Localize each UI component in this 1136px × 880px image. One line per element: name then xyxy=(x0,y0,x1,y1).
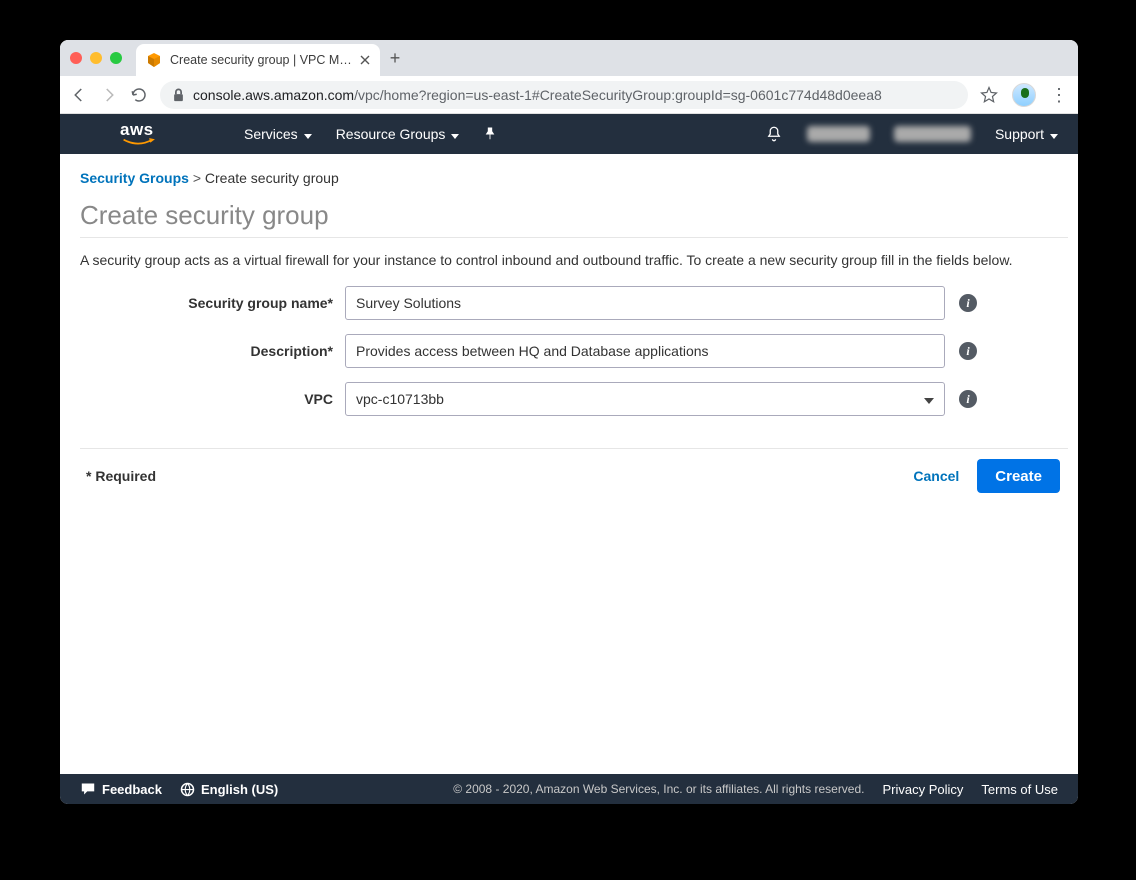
language-selector[interactable]: English (US) xyxy=(180,782,278,797)
notifications-icon[interactable] xyxy=(765,125,783,143)
info-icon[interactable]: i xyxy=(959,342,977,360)
actions-row: * Required Cancel Create xyxy=(80,459,1068,493)
row-description: Description* i xyxy=(80,334,1068,368)
address-bar: console.aws.amazon.com/vpc/home?region=u… xyxy=(60,76,1078,114)
page-title: Create security group xyxy=(80,200,1068,238)
browser-window: Create security group | VPC M… + console… xyxy=(60,40,1078,804)
main-content: Security Groups > Create security group … xyxy=(60,154,1078,774)
pin-icon[interactable] xyxy=(483,127,497,141)
info-icon[interactable]: i xyxy=(959,294,977,312)
label-description: Description* xyxy=(80,343,345,359)
feedback-label: Feedback xyxy=(102,782,162,797)
tab-title: Create security group | VPC M… xyxy=(170,53,352,67)
required-note: * Required xyxy=(86,468,156,484)
terms-of-use-link[interactable]: Terms of Use xyxy=(981,782,1058,797)
chevron-down-icon xyxy=(451,126,459,142)
breadcrumb-current: Create security group xyxy=(205,170,339,186)
select-vpc[interactable]: vpc-c10713bb xyxy=(345,382,945,416)
label-security-group-name: Security group name* xyxy=(80,295,345,311)
nav-services-label: Services xyxy=(244,126,298,142)
chevron-down-icon xyxy=(304,126,312,142)
page-helptext: A security group acts as a virtual firew… xyxy=(80,252,1068,268)
bookmark-star-icon[interactable] xyxy=(980,86,998,104)
profile-avatar[interactable] xyxy=(1012,83,1036,107)
input-security-group-name[interactable] xyxy=(345,286,945,320)
select-vpc-value: vpc-c10713bb xyxy=(356,391,444,407)
aws-favicon xyxy=(146,52,162,68)
nav-support[interactable]: Support xyxy=(995,126,1058,142)
breadcrumb: Security Groups > Create security group xyxy=(80,170,1068,186)
language-label: English (US) xyxy=(201,782,278,797)
window-controls xyxy=(70,52,122,64)
nav-support-label: Support xyxy=(995,126,1044,142)
lock-icon xyxy=(172,88,185,102)
row-security-group-name: Security group name* i xyxy=(80,286,1068,320)
window-zoom-icon[interactable] xyxy=(110,52,122,64)
nav-back-icon[interactable] xyxy=(70,86,88,104)
info-icon[interactable]: i xyxy=(959,390,977,408)
breadcrumb-parent-link[interactable]: Security Groups xyxy=(80,170,189,186)
window-minimize-icon[interactable] xyxy=(90,52,102,64)
url-path: /vpc/home?region=us-east-1#CreateSecurit… xyxy=(354,87,882,103)
cancel-button[interactable]: Cancel xyxy=(913,468,959,484)
feedback-link[interactable]: Feedback xyxy=(80,782,162,797)
new-tab-button[interactable]: + xyxy=(390,48,401,69)
aws-footer: Feedback English (US) © 2008 - 2020, Ama… xyxy=(60,774,1078,804)
url-text: console.aws.amazon.com/vpc/home?region=u… xyxy=(193,87,882,103)
nav-resource-groups-label: Resource Groups xyxy=(336,126,446,142)
window-close-icon[interactable] xyxy=(70,52,82,64)
url-field[interactable]: console.aws.amazon.com/vpc/home?region=u… xyxy=(160,81,968,109)
chevron-down-icon xyxy=(924,391,934,407)
create-button[interactable]: Create xyxy=(977,459,1060,493)
row-vpc: VPC vpc-c10713bb i xyxy=(80,382,1068,416)
breadcrumb-sep: > xyxy=(193,170,201,186)
chevron-down-icon xyxy=(1050,126,1058,142)
nav-services[interactable]: Services xyxy=(244,126,312,142)
url-host: console.aws.amazon.com xyxy=(193,87,354,103)
tab-close-icon[interactable] xyxy=(360,55,370,65)
tab-strip: Create security group | VPC M… + xyxy=(60,40,1078,76)
privacy-policy-link[interactable]: Privacy Policy xyxy=(883,782,964,797)
aws-logo[interactable]: aws xyxy=(120,120,156,146)
account-menu[interactable]: xxxxx xyxy=(807,126,870,142)
nav-resource-groups[interactable]: Resource Groups xyxy=(336,126,460,142)
browser-tab[interactable]: Create security group | VPC M… xyxy=(136,44,380,76)
copyright-text: © 2008 - 2020, Amazon Web Services, Inc.… xyxy=(453,782,864,796)
label-vpc: VPC xyxy=(80,391,345,407)
region-menu[interactable]: xxxxxxx xyxy=(894,126,971,142)
nav-reload-icon[interactable] xyxy=(130,86,148,104)
nav-forward-icon[interactable] xyxy=(100,86,118,104)
input-description[interactable] xyxy=(345,334,945,368)
address-bar-right: ⋮ xyxy=(980,83,1068,107)
browser-menu-icon[interactable]: ⋮ xyxy=(1050,86,1068,104)
divider xyxy=(80,448,1068,449)
page-viewport: aws Services Resource Groups xxxxx xxxxx… xyxy=(60,114,1078,804)
aws-top-nav: aws Services Resource Groups xxxxx xxxxx… xyxy=(60,114,1078,154)
